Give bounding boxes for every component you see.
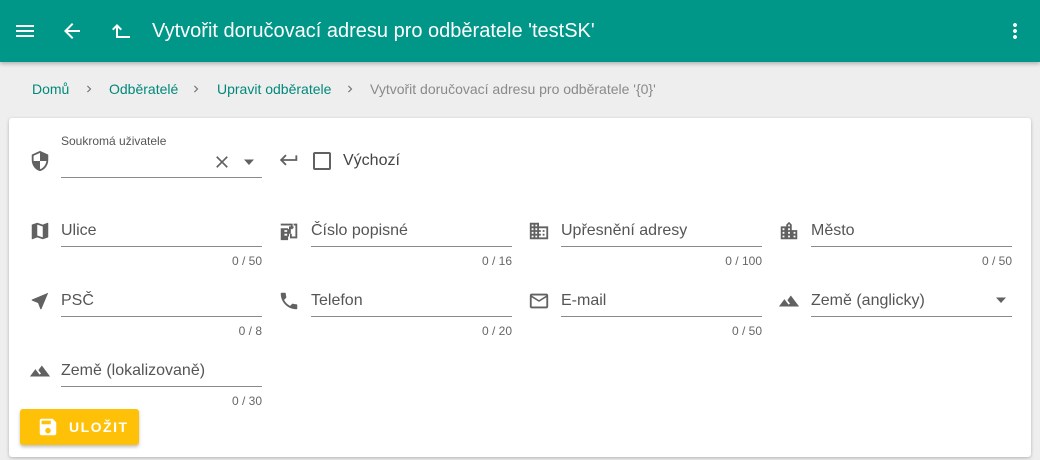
char-counter: 0 / 20 (481, 324, 512, 338)
phone-icon (278, 290, 300, 312)
char-counter: 0 / 50 (731, 324, 762, 338)
city-field[interactable]: Město 0 / 50 (811, 217, 1012, 281)
save-icon (37, 416, 59, 438)
dropdown-arrow-icon[interactable] (994, 293, 1008, 307)
breadcrumb-edit-customer[interactable]: Upravit odběratele (217, 80, 331, 98)
street-field[interactable]: Ulice 0 / 50 (61, 217, 262, 281)
save-button[interactable]: ULOŽIT (20, 409, 139, 445)
char-counter: 0 / 16 (481, 254, 512, 268)
private-user-label: Soukromá uživatele (61, 134, 167, 148)
country-en-select[interactable]: Země (anglicky) (811, 287, 1012, 351)
app-bar: Vytvořit doručovací adresu pro odběratel… (0, 0, 1040, 62)
more-vert-icon[interactable] (1003, 19, 1027, 43)
chevron-right-icon (343, 80, 357, 98)
breadcrumb-customers[interactable]: Odběratelé (109, 80, 178, 98)
checkbox-box[interactable] (313, 152, 331, 170)
map-icon (29, 220, 51, 242)
zip-field[interactable]: PSČ 0 / 8 (61, 287, 262, 351)
chevron-right-icon (82, 80, 96, 98)
mail-icon (528, 290, 550, 312)
level-up-icon[interactable] (108, 19, 132, 43)
house-number-field[interactable]: Číslo popisné 0 / 16 (311, 217, 512, 281)
arrow-back-icon[interactable] (60, 19, 84, 43)
phone-field[interactable]: Telefon 0 / 20 (311, 287, 512, 351)
address-detail-field[interactable]: Upřesnění adresy 0 / 100 (561, 217, 762, 281)
private-user-select[interactable]: Soukromá uživatele (61, 132, 262, 180)
breadcrumb-current: Vytvořit doručovací adresu pro odběratel… (370, 81, 656, 97)
char-counter: 0 / 50 (231, 254, 262, 268)
shield-icon (29, 150, 51, 172)
terrain-icon (778, 290, 800, 312)
navigation-icon (29, 290, 51, 312)
menu-icon[interactable] (13, 19, 37, 43)
keyboard-return-icon (278, 149, 300, 171)
dropdown-arrow-icon[interactable] (242, 155, 256, 169)
store-24-icon (278, 220, 300, 242)
chevron-right-icon (189, 80, 203, 98)
char-counter: 0 / 8 (238, 324, 262, 338)
business-icon (528, 220, 550, 242)
address-form-card: Soukromá uživatele Výchozí Ulice 0 / 50 … (9, 118, 1031, 457)
char-counter: 0 / 100 (725, 254, 762, 268)
breadcrumb-home[interactable]: Domů (32, 80, 69, 98)
char-counter: 0 / 50 (981, 254, 1012, 268)
email-field[interactable]: E-mail 0 / 50 (561, 287, 762, 351)
page-title: Vytvořit doručovací adresu pro odběratel… (152, 20, 595, 42)
default-checkbox-label: Výchozí (343, 152, 400, 169)
save-button-label: ULOŽIT (69, 419, 129, 435)
terrain-icon (29, 360, 51, 382)
clear-icon[interactable] (212, 152, 232, 172)
char-counter: 0 / 30 (231, 394, 262, 408)
location-city-icon (778, 220, 800, 242)
